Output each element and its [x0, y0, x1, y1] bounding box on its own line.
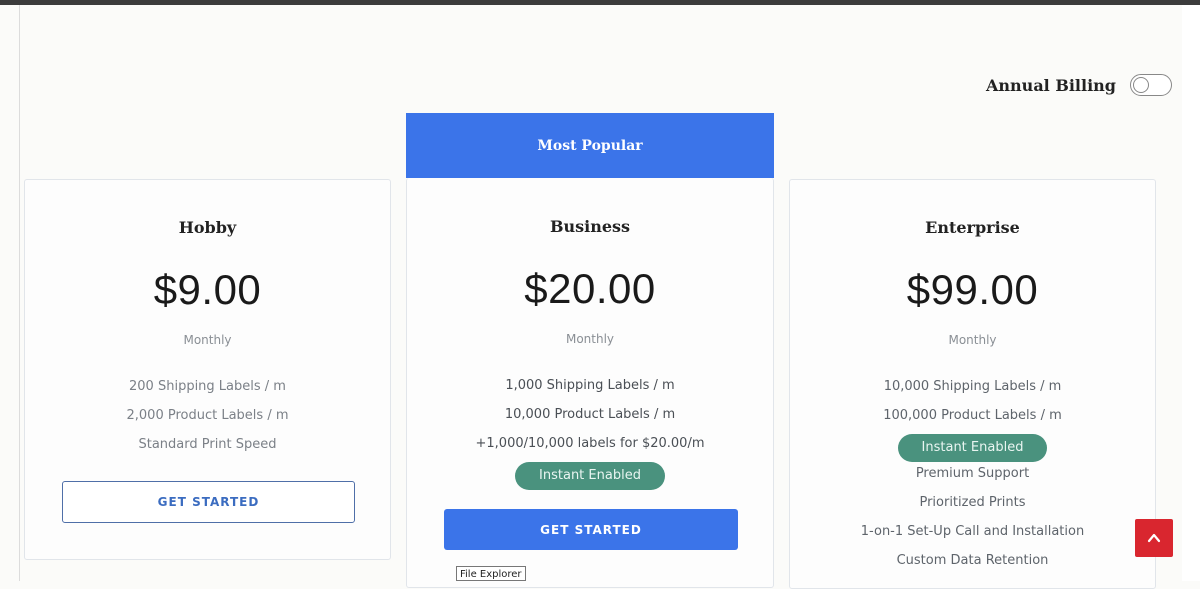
badge-row: Instant Enabled	[790, 434, 1155, 463]
plan-name: Enterprise	[925, 218, 1020, 237]
most-popular-banner: Most Popular	[406, 113, 774, 178]
feature-item: Custom Data Retention	[896, 553, 1049, 568]
plan-price: $20.00	[524, 265, 656, 312]
feature-item: Premium Support	[915, 466, 1030, 481]
feature-item: +1,000/10,000 labels for $20.00/m	[475, 436, 705, 451]
hobby-get-started-button[interactable]: GET STARTED	[62, 481, 355, 523]
feature-item: Standard Print Speed	[138, 437, 277, 452]
plan-card-business: Business $20.00 Monthly 1,000 Shipping L…	[406, 178, 774, 588]
plan-features: 1,000 Shipping Labels / m 10,000 Product…	[407, 375, 773, 491]
feature-item: 10,000 Shipping Labels / m	[883, 379, 1062, 394]
plan-period: Monthly	[948, 333, 997, 347]
plan-period: Monthly	[565, 332, 615, 346]
feature-item: Prioritized Prints	[919, 495, 1026, 510]
feature-item: 1-on-1 Set-Up Call and Installation	[860, 524, 1085, 539]
plan-price: $9.00	[153, 266, 262, 313]
plan-name: Business	[549, 217, 631, 236]
plan-features: 10,000 Shipping Labels / m 100,000 Produ…	[790, 376, 1155, 579]
plan-price: $99.00	[906, 266, 1039, 313]
page-left-border	[19, 5, 20, 581]
scroll-to-top-button[interactable]	[1135, 519, 1173, 557]
business-get-started-button[interactable]: GET STARTED	[444, 509, 738, 550]
annual-billing-label: Annual Billing	[986, 75, 1116, 95]
toggle-knob	[1132, 77, 1149, 93]
chevron-up-icon	[1147, 533, 1161, 543]
plan-period: Monthly	[183, 333, 232, 347]
feature-item: 1,000 Shipping Labels / m	[505, 378, 675, 393]
feature-item: 200 Shipping Labels / m	[129, 379, 286, 394]
window-top-bar	[0, 0, 1200, 5]
feature-item: 10,000 Product Labels / m	[504, 407, 676, 422]
plan-name: Hobby	[178, 218, 237, 237]
instant-enabled-badge: Instant Enabled	[897, 434, 1048, 462]
instant-enabled-badge: Instant Enabled	[515, 462, 665, 490]
feature-item: 2,000 Product Labels / m	[126, 408, 289, 423]
annual-billing-control: Annual Billing	[986, 72, 1172, 98]
annual-billing-toggle[interactable]	[1129, 74, 1172, 96]
badge-row: Instant Enabled	[407, 462, 773, 491]
plan-features: 200 Shipping Labels / m 2,000 Product La…	[25, 376, 390, 463]
feature-item: 100,000 Product Labels / m	[883, 408, 1062, 423]
plan-card-enterprise: Enterprise $99.00 Monthly 10,000 Shippin…	[789, 179, 1156, 589]
page-right-margin	[1182, 5, 1200, 581]
file-explorer-tooltip: File Explorer	[456, 566, 526, 581]
plan-card-hobby: Hobby $9.00 Monthly 200 Shipping Labels …	[24, 179, 391, 560]
